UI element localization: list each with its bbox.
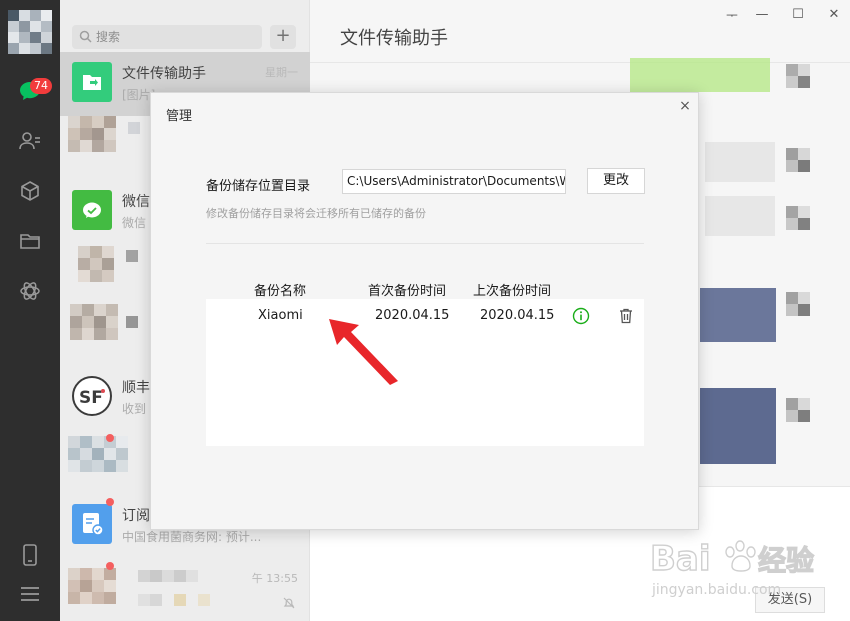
phone-icon	[23, 544, 37, 566]
divider	[206, 243, 644, 244]
folder-icon	[20, 234, 40, 249]
menu-icon	[21, 587, 39, 601]
favorites-nav-button[interactable]	[15, 176, 45, 206]
info-icon[interactable]	[572, 307, 590, 325]
nav-rail: 74	[0, 0, 60, 621]
backup-path-field[interactable]: C:\Users\Administrator\Documents\W	[342, 169, 566, 194]
watermark-brand: Bai	[650, 539, 711, 579]
watermark-url: jingyan.baidu.com	[651, 582, 781, 598]
dialog-title: 管理	[166, 109, 193, 124]
annotation-arrow	[329, 319, 398, 385]
watermark-brand-cn: 经验	[758, 544, 814, 577]
aperture-icon	[20, 282, 40, 300]
column-header-first-backup: 首次备份时间	[368, 284, 447, 299]
change-path-button[interactable]: 更改	[587, 168, 645, 194]
backup-name: Xiaomi	[258, 308, 303, 323]
moments-nav-button[interactable]	[15, 276, 45, 306]
menu-nav-button[interactable]	[15, 579, 45, 609]
contacts-nav-button[interactable]	[15, 126, 45, 156]
column-header-last-backup: 上次备份时间	[473, 284, 552, 299]
contacts-icon	[19, 132, 40, 150]
path-hint: 修改备份储存目录将会迁移所有已储存的备份	[206, 207, 426, 220]
backup-path-label: 备份储存位置目录	[206, 179, 311, 194]
baidu-jingyan-watermark: Bai 经验 jingyan.baidu.com	[649, 522, 830, 602]
last-backup-time: 2020.04.15	[480, 308, 555, 323]
avatar[interactable]	[8, 10, 52, 54]
backup-table: Xiaomi 2020.04.15 2020.04.15	[206, 299, 644, 446]
files-nav-button[interactable]	[15, 226, 45, 256]
unread-badge: 74	[30, 78, 52, 94]
backup-manage-dialog: 管理 × 备份储存位置目录 C:\Users\Administrator\Doc…	[150, 92, 699, 530]
dialog-close-button[interactable]: ×	[676, 97, 694, 115]
cube-icon	[21, 181, 39, 201]
phone-nav-button[interactable]	[15, 540, 45, 570]
trash-icon[interactable]	[617, 307, 635, 325]
column-header-name: 备份名称	[254, 284, 307, 299]
